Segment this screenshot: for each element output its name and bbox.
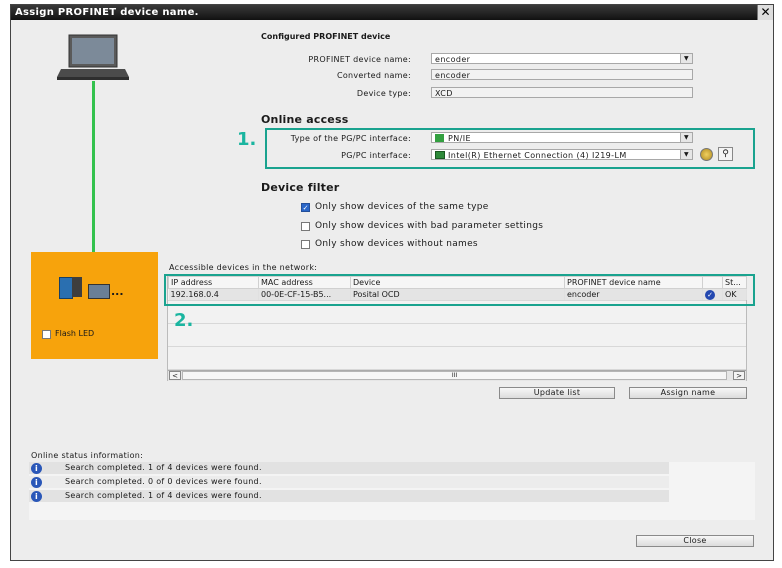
interface-type-combobox[interactable]: PN/IE ▼: [431, 132, 693, 143]
scroll-right-button[interactable]: >: [733, 371, 745, 380]
info-icon: i: [31, 463, 42, 474]
device-module-icon: [59, 277, 73, 299]
online-access-heading: Online access: [261, 113, 349, 126]
accessible-devices-heading: Accessible devices in the network:: [169, 263, 318, 272]
scroll-left-button[interactable]: <: [169, 371, 181, 380]
close-button[interactable]: Close: [636, 535, 754, 547]
update-list-button[interactable]: Update list: [499, 387, 615, 399]
converted-name-field: encoder: [431, 69, 693, 80]
list-divider: [168, 323, 746, 324]
filter-same-type-label: Only show devices of the same type: [315, 202, 489, 212]
pg-pc-laptop-icon: [57, 34, 129, 80]
device-name-combobox[interactable]: encoder ▼: [431, 53, 693, 64]
filter-bad-params-label: Only show devices with bad parameter set…: [315, 221, 544, 231]
chevron-down-icon[interactable]: ▼: [680, 133, 692, 142]
device-module-dark-icon: [72, 277, 82, 297]
filter-no-names-checkbox[interactable]: [301, 240, 310, 249]
device-filter-heading: Device filter: [261, 181, 340, 194]
interface-combobox[interactable]: Intel(R) Ethernet Connection (4) I219-LM…: [431, 149, 693, 160]
chevron-down-icon[interactable]: ▼: [680, 54, 692, 63]
scroll-thumb[interactable]: III: [182, 371, 727, 380]
device-type-field: XCD: [431, 87, 693, 98]
flash-led-label: Flash LED: [55, 329, 95, 338]
interface-value: Intel(R) Ethernet Connection (4) I219-LM: [448, 151, 627, 160]
converted-name-label: Converted name:: [336, 71, 411, 80]
device-name-value: encoder: [435, 55, 471, 64]
list-divider: [168, 346, 746, 347]
info-icon: i: [31, 491, 42, 502]
device-small-module-icon: [88, 284, 110, 299]
assign-name-button[interactable]: Assign name: [629, 387, 747, 399]
annotation-marker-2: 2.: [174, 310, 194, 331]
interface-type-label: Type of the PG/PC interface:: [290, 134, 411, 143]
status-message: Search completed. 1 of 4 devices were fo…: [65, 491, 262, 500]
device-row-highlight: [164, 274, 755, 306]
status-heading: Online status information:: [31, 451, 144, 460]
device-name-label: PROFINET device name:: [308, 55, 411, 64]
info-icon: i: [31, 477, 42, 488]
status-message-row: i Search completed. 1 of 4 devices were …: [29, 490, 669, 502]
filter-no-names-label: Only show devices without names: [315, 239, 478, 249]
filter-bad-params-checkbox[interactable]: [301, 222, 310, 231]
interface-diagnostics-icon[interactable]: [700, 148, 713, 161]
interface-label: PG/PC interface:: [341, 151, 411, 160]
status-message-row: i Search completed. 1 of 4 devices were …: [29, 462, 669, 474]
network-card-icon: [435, 151, 445, 159]
dialog-title: Assign PROFINET device name.: [11, 5, 773, 20]
status-message: Search completed. 1 of 4 devices were fo…: [65, 463, 262, 472]
chevron-down-icon[interactable]: ▼: [680, 150, 692, 159]
network-link-line: [92, 81, 95, 281]
filter-same-type-checkbox[interactable]: ✓: [301, 203, 310, 212]
interface-type-value: PN/IE: [448, 134, 471, 143]
status-list: i Search completed. 1 of 4 devices were …: [29, 462, 755, 520]
search-icon[interactable]: ⚲: [718, 147, 733, 161]
pn-ie-icon: [435, 134, 444, 142]
assign-name-dialog: Assign PROFINET device name. ✕ ... Flash…: [10, 4, 774, 561]
horizontal-scrollbar[interactable]: < III >: [168, 370, 746, 381]
device-type-label: Device type:: [356, 89, 411, 98]
device-more-dots: ...: [111, 285, 124, 298]
configured-device-heading: Configured PROFINET device: [261, 32, 391, 41]
close-window-button[interactable]: ✕: [757, 5, 773, 20]
flash-led-checkbox[interactable]: [42, 330, 51, 339]
annotation-marker-1: 1.: [237, 129, 257, 150]
target-device-panel: ... Flash LED: [31, 252, 158, 359]
status-message-row: i Search completed. 0 of 0 devices were …: [29, 476, 669, 488]
status-message: Search completed. 0 of 0 devices were fo…: [65, 477, 262, 486]
